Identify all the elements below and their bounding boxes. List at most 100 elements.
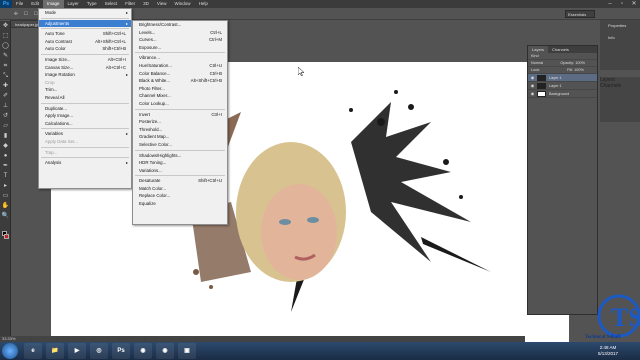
image-menu-item-image-size[interactable]: Image Size... Alt+Ctrl+I [39,56,131,64]
image-menu-item-analysis[interactable]: Analysis [39,159,131,167]
adjust-menu-item-channel-mixer[interactable]: Channel Mixer... [133,92,227,100]
menu-file[interactable]: File [12,0,27,8]
move-tool-icon[interactable]: ✥ [1,22,10,31]
image-menu-item-variables[interactable]: Variables [39,130,131,138]
image-menu-item-mode[interactable]: Mode [39,9,131,17]
adjust-menu-item-equalize[interactable]: Equalize [133,200,227,208]
adjust-menu-item-match-color[interactable]: Match Color... [133,185,227,193]
tab-channels[interactable]: Channels [548,46,573,53]
layer-row[interactable]: ◉ Background [528,90,597,98]
close-icon[interactable]: ✕ [628,0,640,8]
adjust-menu-item-black-white[interactable]: Black & White... Alt+Shift+Ctrl+B [133,77,227,85]
taskbar-app-3[interactable]: ◎ [90,343,108,359]
opacity-value[interactable]: 100% [575,61,585,65]
eraser-tool-icon[interactable]: ▱ [1,122,10,131]
image-menu-item-trim[interactable]: Trim... [39,86,131,94]
minimize-icon[interactable]: – [604,0,616,8]
start-button-icon[interactable] [2,343,18,359]
stamp-tool-icon[interactable]: ⊥ [1,102,10,111]
taskbar-app-2[interactable]: ▶ [68,343,86,359]
menu-select[interactable]: Select [101,0,122,8]
layer-row[interactable]: ◉ Layer 1 [528,74,597,82]
taskbar-app-0[interactable]: e [24,343,42,359]
layer-row[interactable]: ◉ Layer 1 [528,82,597,90]
adjust-menu-item-invert[interactable]: Invert Ctrl+I [133,111,227,119]
menu-view[interactable]: View [153,0,171,8]
adjust-menu-item-hdr-toning[interactable]: HDR Toning... [133,159,227,167]
menu-filter[interactable]: Filter [121,0,139,8]
adjust-menu-item-color-lookup[interactable]: Color Lookup... [133,100,227,108]
info-panel-button[interactable]: Info [600,32,640,44]
system-clock[interactable]: 2:48 AM 5/13/2017 [598,345,618,357]
path-select-tool-icon[interactable]: ▸ [1,182,10,191]
healing-tool-icon[interactable]: ✚ [1,82,10,91]
pen-tool-icon[interactable]: ✒ [1,162,10,171]
crop-tool-icon[interactable]: ⌗ [1,62,10,71]
menu-edit[interactable]: Edit [27,0,43,8]
taskbar-app-5[interactable]: ◉ [134,343,152,359]
dodge-tool-icon[interactable]: ● [1,152,10,161]
menu-type[interactable]: Type [83,0,101,8]
history-brush-icon[interactable]: ↺ [1,112,10,121]
tab-layers[interactable]: Layers [528,46,549,53]
quick-select-tool-icon[interactable]: ✎ [1,52,10,61]
image-menu-item-auto-color[interactable]: Auto Color Shift+Ctrl+B [39,45,131,53]
image-menu-item-calculations[interactable]: Calculations... [39,120,131,128]
blur-tool-icon[interactable]: ◆ [1,142,10,151]
menu-layer[interactable]: Layer [64,0,83,8]
lasso-tool-icon[interactable]: ◯ [1,42,10,51]
adjust-menu-item-threshold[interactable]: Threshold... [133,126,227,134]
blend-mode-select[interactable]: Normal [531,61,543,65]
adjust-menu-item-photo-filter[interactable]: Photo Filter... [133,85,227,93]
image-menu-item-duplicate[interactable]: Duplicate... [39,105,131,113]
image-menu-item-auto-contrast[interactable]: Auto Contrast Alt+Shift+Ctrl+L [39,38,131,46]
hand-tool-icon[interactable]: ✋ [1,202,10,211]
adjust-menu-item-hue-saturation[interactable]: Hue/Saturation... Ctrl+U [133,62,227,70]
image-menu-item-auto-tone[interactable]: Auto Tone Shift+Ctrl+L [39,30,131,38]
taskbar-app-7[interactable]: ▣ [178,343,196,359]
workspace-selector[interactable]: Essentials [565,10,595,18]
tool-preset-icon[interactable]: ✣ [14,11,18,17]
menu-window[interactable]: Window [171,0,195,8]
shape-tool-icon[interactable]: ▭ [1,192,10,201]
taskbar-app-6[interactable]: ◉ [156,343,174,359]
adjust-menu-item-variations[interactable]: Variations... [133,167,227,175]
adjust-menu-item-desaturate[interactable]: Desaturate Shift+Ctrl+U [133,177,227,185]
adjust-menu-item-vibrance[interactable]: Vibrance... [133,54,227,62]
image-menu-item-reveal-all[interactable]: Reveal All [39,94,131,102]
layer-filter-kind[interactable]: Kind [528,53,597,60]
channels-panel-button[interactable]: Channels [600,83,640,89]
menu-3d[interactable]: 3D [139,0,153,8]
type-tool-icon[interactable]: T [1,172,10,181]
adjust-menu-item-selective-color[interactable]: Selective Color... [133,141,227,149]
visibility-eye-icon[interactable]: ◉ [528,83,537,88]
adjust-menu-item-exposure[interactable]: Exposure... [133,44,227,52]
adjust-menu-item-shadows-highlights[interactable]: Shadows/Highlights... [133,152,227,160]
properties-panel-button[interactable]: Properties [600,20,640,32]
adjust-menu-item-replace-color[interactable]: Replace Color... [133,192,227,200]
taskbar-app-1[interactable]: 📁 [46,343,64,359]
eyedropper-tool-icon[interactable]: ⤡ [1,72,10,81]
image-menu-item-adjustments[interactable]: Adjustments [39,19,131,28]
maximize-icon[interactable]: ▫ [616,0,628,8]
visibility-eye-icon[interactable]: ◉ [528,91,537,96]
menu-help[interactable]: Help [195,0,212,8]
marquee-tool-icon[interactable]: ⬚ [1,32,10,41]
auto-select-icon[interactable]: ☐ [24,11,28,17]
menu-image[interactable]: Image [43,0,64,8]
background-color-swatch[interactable] [4,234,9,239]
adjust-menu-item-levels[interactable]: Levels... Ctrl+L [133,29,227,37]
zoom-tool-icon[interactable]: 🔍 [1,212,10,221]
fill-value[interactable]: 100% [574,68,584,72]
brush-tool-icon[interactable]: ✐ [1,92,10,101]
image-menu-item-apply-image[interactable]: Apply Image... [39,112,131,120]
image-menu-item-canvas-size[interactable]: Canvas Size... Alt+Ctrl+C [39,64,131,72]
taskbar-app-4[interactable]: Ps [112,343,130,359]
visibility-eye-icon[interactable]: ◉ [528,75,537,80]
adjust-menu-item-curves[interactable]: Curves... Ctrl+M [133,36,227,44]
adjust-menu-item-color-balance[interactable]: Color Balance... Ctrl+B [133,70,227,78]
adjust-menu-item-gradient-map[interactable]: Gradient Map... [133,133,227,141]
gradient-tool-icon[interactable]: ▮ [1,132,10,141]
image-menu-item-image-rotation[interactable]: Image Rotation [39,71,131,79]
adjust-menu-item-posterize[interactable]: Posterize... [133,118,227,126]
